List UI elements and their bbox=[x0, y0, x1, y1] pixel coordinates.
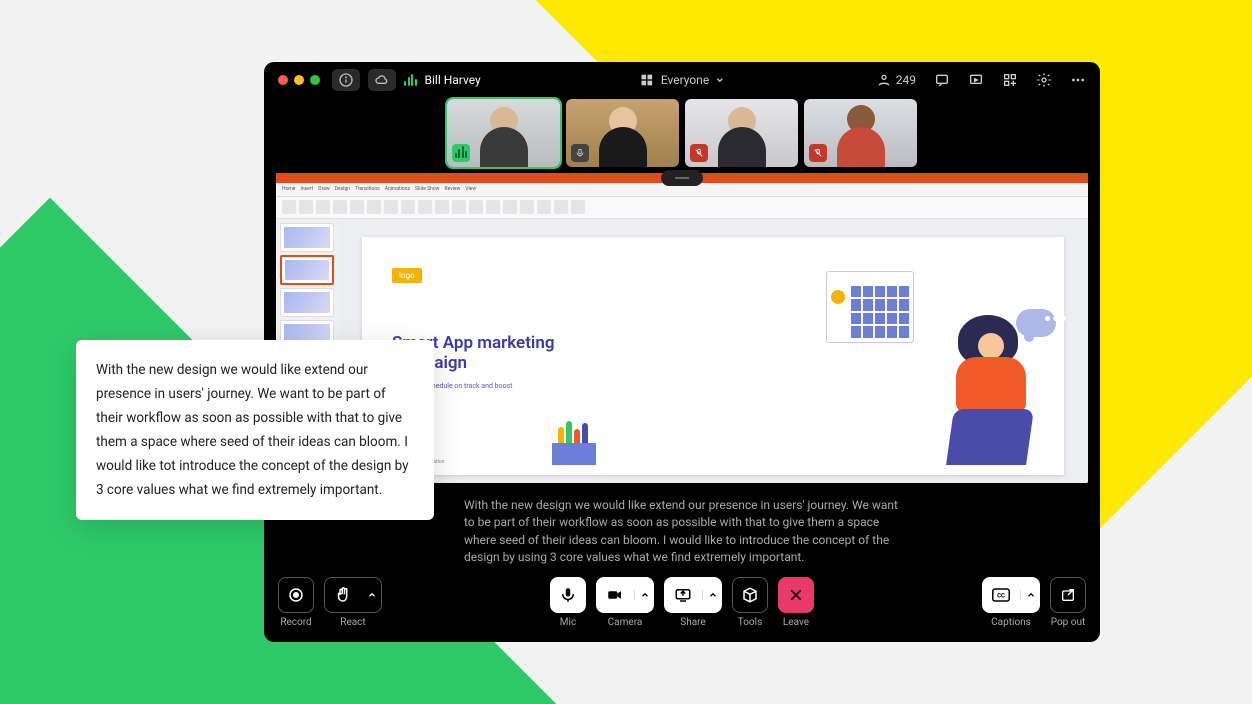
share-label: Share bbox=[680, 617, 705, 628]
box-icon bbox=[741, 586, 759, 604]
window-zoom-dot[interactable] bbox=[310, 75, 320, 85]
leave-label: Leave bbox=[783, 617, 809, 628]
chevron-up-icon bbox=[1026, 590, 1036, 600]
person-icon bbox=[876, 72, 892, 88]
react-options[interactable] bbox=[361, 590, 381, 600]
ribbon-tab[interactable]: Review bbox=[445, 186, 461, 192]
svg-text:CC: CC bbox=[997, 592, 1005, 599]
speaking-icon bbox=[452, 144, 470, 162]
mic-off-icon bbox=[809, 144, 827, 162]
camera-options[interactable] bbox=[634, 590, 654, 600]
mic-off-icon bbox=[690, 144, 708, 162]
layout-label: Everyone bbox=[661, 73, 709, 87]
participant-count: 249 bbox=[896, 73, 916, 87]
react-button[interactable] bbox=[324, 577, 382, 613]
tools-button[interactable] bbox=[732, 577, 768, 613]
record-button[interactable] bbox=[278, 577, 314, 613]
camera-button[interactable] bbox=[596, 577, 654, 613]
ribbon-tab[interactable]: Draw bbox=[318, 186, 329, 192]
tools-label: Tools bbox=[738, 617, 762, 628]
ribbon-tab[interactable]: View bbox=[465, 186, 476, 192]
participants-button[interactable]: 249 bbox=[876, 72, 916, 88]
gear-icon[interactable] bbox=[1036, 72, 1052, 88]
mic-label: Mic bbox=[560, 617, 576, 628]
participant-tile[interactable] bbox=[566, 99, 679, 167]
camera-icon bbox=[606, 586, 624, 604]
page-canvas: Bill Harvey Everyone 249 bbox=[0, 0, 1252, 704]
record-icon bbox=[287, 586, 305, 604]
info-button[interactable] bbox=[332, 69, 360, 91]
popout-button[interactable] bbox=[1050, 577, 1086, 613]
captions-options[interactable] bbox=[1020, 590, 1040, 600]
call-controls: Record React Mic bbox=[264, 567, 1100, 642]
live-caption-text: With the new design we would like extend… bbox=[464, 497, 900, 567]
close-icon bbox=[788, 587, 804, 603]
window-traffic-lights bbox=[278, 75, 320, 85]
window-close-dot[interactable] bbox=[278, 75, 288, 85]
audio-level-icon bbox=[404, 74, 417, 86]
cc-icon: CC bbox=[992, 588, 1010, 602]
transcript-text: With the new design we would like extend… bbox=[96, 358, 414, 502]
window-minimize-dot[interactable] bbox=[294, 75, 304, 85]
info-icon bbox=[338, 72, 354, 88]
ribbon-tab[interactable]: Home bbox=[282, 186, 295, 192]
participant-tile[interactable] bbox=[685, 99, 798, 167]
chevron-up-icon bbox=[367, 590, 377, 600]
mic-muted-icon bbox=[571, 144, 589, 162]
share-options[interactable] bbox=[702, 590, 722, 600]
illustration-calendar bbox=[826, 271, 914, 343]
share-screen-icon bbox=[674, 586, 692, 604]
ribbon-tab[interactable]: Animations bbox=[385, 186, 410, 192]
apps-icon[interactable] bbox=[1002, 72, 1018, 88]
hand-icon bbox=[334, 586, 352, 604]
slide-thumb[interactable] bbox=[280, 223, 334, 252]
ppt-toolbar bbox=[276, 197, 1088, 219]
grid-icon bbox=[639, 72, 655, 88]
slide-thumb-selected[interactable] bbox=[280, 255, 334, 284]
slide-thumb[interactable] bbox=[280, 288, 334, 317]
illustration-pencil-cup bbox=[552, 425, 596, 465]
ribbon-tab[interactable]: Slide Show bbox=[415, 186, 439, 192]
more-icon[interactable] bbox=[1070, 72, 1086, 88]
captions-label: Captions bbox=[991, 617, 1031, 628]
slide-editor: logo Smart App marketing campaign Keep y… bbox=[338, 219, 1088, 483]
chat-icon[interactable] bbox=[934, 72, 950, 88]
chevron-up-icon bbox=[708, 590, 718, 600]
react-label: React bbox=[340, 617, 365, 628]
ribbon-tab[interactable]: Design bbox=[335, 186, 350, 192]
present-icon[interactable] bbox=[968, 72, 984, 88]
popout-label: Pop out bbox=[1051, 617, 1086, 628]
transcript-popout-card: With the new design we would like extend… bbox=[76, 340, 434, 520]
captions-button[interactable]: CC bbox=[982, 577, 1040, 613]
leave-button[interactable] bbox=[778, 577, 814, 613]
share-button[interactable] bbox=[664, 577, 722, 613]
mic-button[interactable] bbox=[550, 577, 586, 613]
mic-icon bbox=[559, 586, 577, 604]
camera-label: Camera bbox=[608, 617, 643, 628]
participant-tile[interactable] bbox=[804, 99, 917, 167]
ribbon-tab[interactable]: Transitions bbox=[355, 186, 380, 192]
illustration-person bbox=[923, 315, 1038, 465]
chevron-down-icon bbox=[715, 75, 725, 85]
participant-videos bbox=[264, 99, 1100, 173]
slide-canvas: logo Smart App marketing campaign Keep y… bbox=[362, 237, 1064, 475]
record-label: Record bbox=[280, 617, 311, 628]
layout-switcher[interactable]: Everyone bbox=[639, 72, 725, 88]
slide-logo-badge: logo bbox=[392, 268, 422, 283]
resize-handle[interactable] bbox=[661, 170, 703, 186]
popout-icon bbox=[1060, 587, 1076, 603]
participant-tile[interactable] bbox=[447, 99, 560, 167]
ribbon-tab[interactable]: Insert bbox=[300, 186, 313, 192]
chevron-up-icon bbox=[640, 590, 650, 600]
cloud-button[interactable] bbox=[368, 69, 396, 91]
presenter-name: Bill Harvey bbox=[425, 73, 481, 87]
cloud-icon bbox=[374, 72, 390, 88]
titlebar: Bill Harvey Everyone 249 bbox=[264, 62, 1100, 99]
